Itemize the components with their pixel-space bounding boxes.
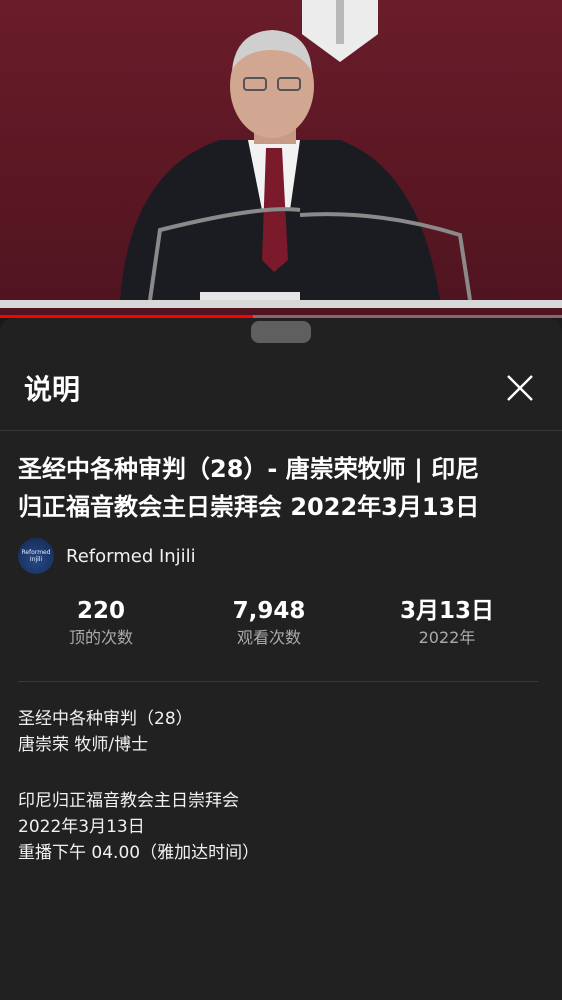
video-player[interactable] — [0, 0, 562, 318]
stage-edge — [0, 300, 562, 308]
description-sheet: 说明 圣经中各种审判（28）- 唐崇荣牧师 | 印尼 归正福音教会主日崇拜会 2… — [0, 318, 562, 1000]
close-icon — [507, 375, 533, 401]
description-line: 印尼归正福音教会主日崇拜会 — [18, 791, 239, 811]
sheet-title: 说明 — [24, 373, 81, 406]
stat-value: 220 — [76, 598, 125, 624]
description-text: 圣经中各种审判（28） 唐崇荣 牧师/博士 印尼归正福音教会主日崇拜会 2022… — [18, 706, 538, 866]
channel-avatar[interactable]: Reformed Injili — [18, 538, 54, 574]
stat-value: 3月13日 — [399, 598, 494, 624]
stats-divider — [18, 681, 538, 682]
description-line: 2022年3月13日 — [18, 817, 145, 837]
speaker-figure — [120, 30, 472, 302]
stat-label: 观看次数 — [236, 628, 301, 647]
stat-likes: 220 顶的次数 — [16, 596, 186, 650]
channel-name[interactable]: Reformed Injili — [66, 546, 196, 567]
avatar-text: Injili — [29, 556, 43, 563]
sheet-header: 说明 — [0, 358, 562, 418]
video-title-line: 圣经中各种审判（28）- 唐崇荣牧师 | 印尼 — [18, 455, 480, 483]
close-button[interactable] — [500, 368, 540, 408]
stats-row: 220 顶的次数 7,948 观看次数 3月13日 2022年 — [0, 596, 562, 656]
stat-views: 7,948 观看次数 — [184, 596, 354, 650]
avatar-text: Reformed — [21, 549, 51, 556]
description-line: 唐崇荣 牧师/博士 — [18, 735, 149, 755]
stat-label: 2022年 — [418, 628, 476, 647]
video-title: 圣经中各种审判（28）- 唐崇荣牧师 | 印尼 归正福音教会主日崇拜会 2022… — [18, 450, 538, 526]
description-line: 重播下午 04.00（雅加达时间） — [18, 843, 260, 863]
video-title-line: 归正福音教会主日崇拜会 2022年3月13日 — [18, 493, 480, 521]
stat-date: 3月13日 2022年 — [362, 596, 532, 650]
description-line: 圣经中各种审判（28） — [18, 709, 193, 729]
header-divider — [0, 430, 562, 431]
drag-handle[interactable] — [251, 321, 311, 343]
stat-value: 7,948 — [232, 598, 306, 624]
stat-label: 顶的次数 — [68, 628, 133, 647]
channel-row[interactable]: Reformed Injili Reformed Injili — [18, 536, 196, 576]
